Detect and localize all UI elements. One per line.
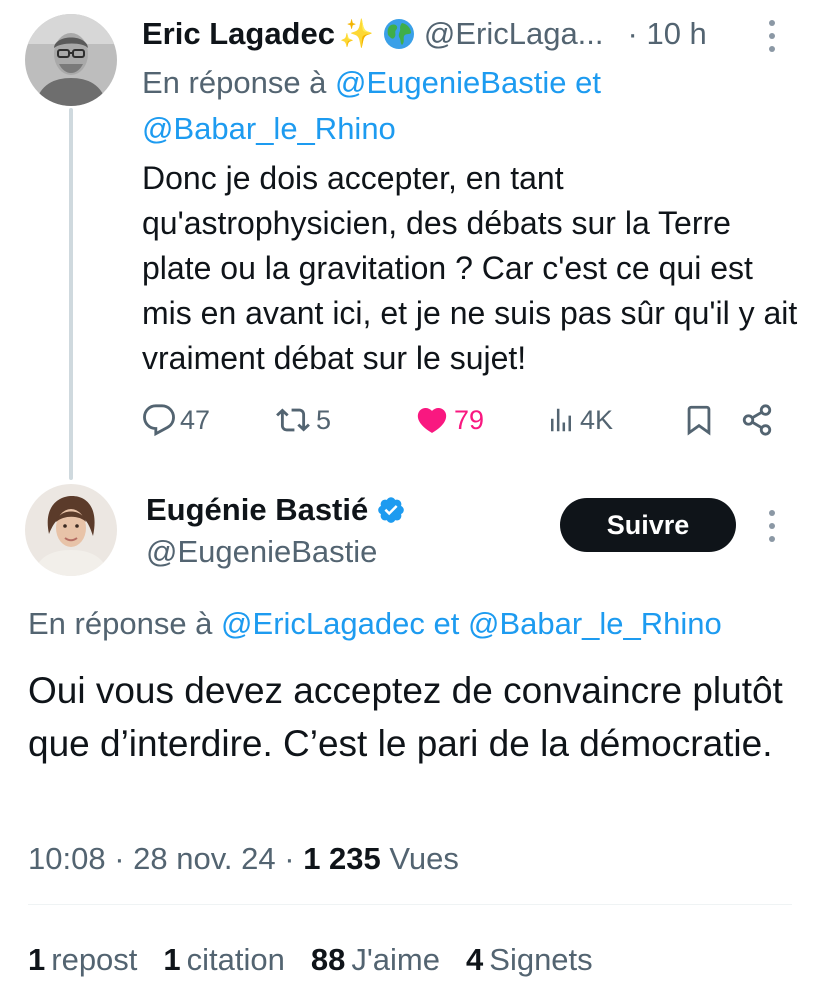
eric-avatar[interactable]: [25, 14, 117, 106]
tweet-date[interactable]: 28 nov. 24: [133, 841, 275, 876]
eugenie-avatar[interactable]: [25, 484, 117, 576]
more-icon[interactable]: [764, 510, 780, 542]
follow-button[interactable]: Suivre: [560, 498, 736, 552]
divider: [28, 904, 792, 905]
tweet-text: Oui vous devez acceptez de convaincre pl…: [28, 670, 783, 764]
in-reply-prefix: En réponse à: [142, 65, 327, 100]
stat-number: 4: [466, 942, 484, 977]
author-handle[interactable]: @EugenieBastie: [146, 532, 377, 572]
tweet-text: Donc je dois accepter, en tant qu'astrop…: [142, 160, 798, 376]
stat-bookmarks[interactable]: 4 Signets: [466, 938, 593, 982]
mention-join: et: [433, 606, 460, 641]
mention-babar[interactable]: @Babar_le_Rhino: [142, 111, 396, 146]
stat-label: citation: [186, 942, 285, 977]
tweet-time[interactable]: · 10 h: [628, 14, 707, 54]
more-icon[interactable]: [764, 20, 780, 52]
mention-babar[interactable]: @Babar_le_Rhino: [468, 606, 722, 641]
author-handle[interactable]: @EricLaga...: [424, 14, 604, 54]
in-reply-to: En réponse à @EugenieBastie et @Babar_le…: [142, 60, 762, 152]
tweet-meta: 10:08 · 28 nov. 24 · 1 235 Vues: [28, 838, 459, 880]
author-name[interactable]: Eugénie Bastié: [146, 490, 368, 530]
engagement-stats: 1 repost 1 citation 88 J'aime 4 Signets: [28, 938, 619, 982]
verified-badge-icon: [378, 497, 405, 523]
repost-count: 5: [316, 404, 332, 435]
share-button[interactable]: [740, 398, 774, 442]
meta-separator: ·: [284, 841, 304, 876]
in-reply-prefix: En réponse à: [28, 606, 213, 641]
bookmark-button[interactable]: [682, 398, 716, 442]
reply-count: 47: [180, 404, 211, 435]
stat-number: 88: [310, 942, 346, 977]
stat-label: J'aime: [351, 942, 441, 977]
action-bar: 47 5 79 4K: [142, 398, 782, 442]
views-button[interactable]: 4K: [546, 398, 613, 442]
meta-separator: ·: [114, 841, 134, 876]
author-name[interactable]: Eric Lagadec: [142, 14, 335, 54]
stat-number: 1: [28, 942, 46, 977]
repost-icon: [276, 408, 310, 432]
views-label: Vues: [389, 841, 459, 876]
stat-label: repost: [51, 942, 138, 977]
stat-likes[interactable]: 88 J'aime: [311, 938, 440, 982]
in-reply-to: En réponse à @EricLagadec et @Babar_le_R…: [28, 602, 722, 646]
tweet-time[interactable]: 10:08: [28, 841, 106, 876]
stat-label: Signets: [489, 942, 593, 977]
like-button[interactable]: 79: [414, 398, 484, 442]
views-count: 1 235: [303, 841, 381, 876]
share-icon: [742, 404, 772, 436]
reply-button[interactable]: 47: [142, 398, 210, 442]
mention-ericlagadec[interactable]: @EricLagadec: [221, 606, 425, 641]
globe-icon: [383, 19, 414, 49]
bookmark-icon: [687, 405, 711, 436]
thread-connector-line: [69, 108, 73, 480]
stat-reposts[interactable]: 1 repost: [28, 938, 137, 982]
views-count: 4K: [580, 404, 614, 435]
sparkles-icon: ✨: [338, 18, 374, 49]
like-count: 79: [454, 404, 485, 435]
mention-join: et: [575, 65, 601, 100]
heart-icon: [417, 407, 447, 433]
stat-number: 1: [163, 942, 181, 977]
stat-quotes[interactable]: 1 citation: [163, 938, 284, 982]
mention-eugeniebastie[interactable]: @EugenieBastie: [335, 65, 566, 100]
repost-button[interactable]: 5: [274, 398, 331, 442]
reply-icon: [143, 404, 175, 437]
views-icon: [551, 408, 571, 432]
